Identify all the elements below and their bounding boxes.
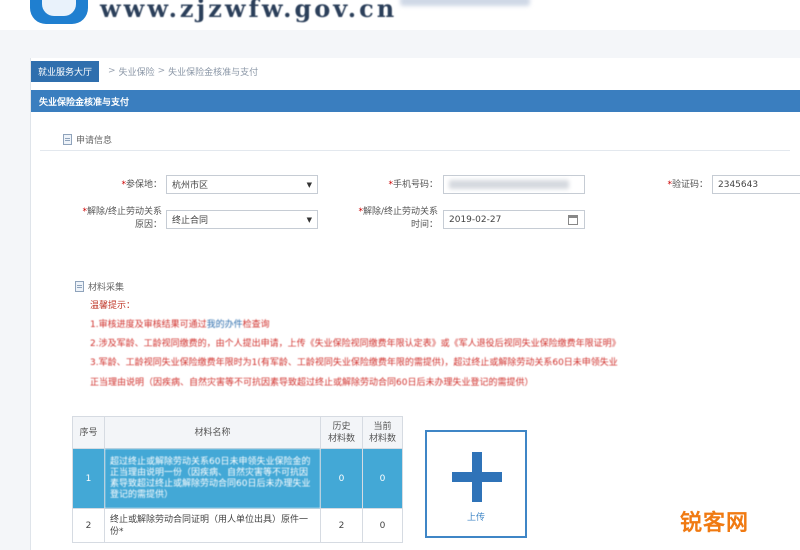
notice-line-1: 1.审核进度及审核结果可通过我的办件检查询 — [90, 320, 270, 330]
materials-section-label: 材料采集 — [88, 283, 125, 293]
chevron-down-icon: ▼ — [306, 216, 312, 224]
materials-table: 序号 材料名称 历史 材料数 当前 材料数 1 超过终止或解除劳动关系60日未申领失… — [72, 416, 403, 543]
col-header-name: 材料名称 — [104, 416, 321, 449]
row-current-count: 0 — [362, 448, 403, 509]
col-header-history: 历史 材料数 — [320, 416, 363, 449]
notice-title: 温馨提示： — [90, 301, 136, 311]
document-icon — [75, 281, 84, 292]
user-info — [400, 0, 530, 6]
section-divider — [40, 150, 790, 151]
breadcrumb-separator: > — [157, 66, 166, 76]
site-url: www.zjzwfw.gov.cn — [100, 0, 398, 23]
row-no: 1 — [72, 448, 105, 509]
breadcrumb-home[interactable]: 就业服务大厅 — [31, 60, 100, 82]
table-header-row: 序号 材料名称 历史 材料数 当前 材料数 — [72, 416, 403, 449]
termination-reason-label: *解除/终止劳动关系 原因： — [82, 207, 162, 230]
col-header-no: 序号 — [72, 416, 105, 449]
table-row[interactable]: 2 终止或解除劳动合同证明（用人单位出具）原件一份* 2 0 — [72, 508, 403, 543]
notice-line-3: 3.军龄、工龄视同失业保险缴费年限时为1(有军龄、工龄视同失业保险缴费年限的需提… — [90, 358, 618, 368]
table-row[interactable]: 1 超过终止或解除劳动关系60日未申领失业保险金的正当理由说明一份（因疾病、自然… — [72, 448, 403, 509]
breadcrumb-separator: > — [108, 66, 116, 76]
row-material-name: 终止或解除劳动合同证明（用人单位出具）原件一份* — [104, 508, 321, 543]
site-logo[interactable] — [30, 0, 88, 24]
row-history-count: 2 — [320, 508, 363, 543]
verify-code-label: *验证码： — [667, 180, 708, 190]
row-no: 2 — [72, 508, 105, 543]
verify-code-input[interactable]: 2345643 — [712, 175, 800, 194]
notice-line-2: 2.涉及军龄、工龄视同缴费的，由个人提出申请，上传《失业保险视同缴费年限认定表》… — [90, 339, 621, 349]
row-history-count: 0 — [320, 448, 363, 509]
panel-title: 失业保险金核准与支付 — [31, 90, 800, 112]
insured-place-value: 杭州市区 — [172, 181, 209, 191]
insured-place-select[interactable]: 杭州市区 ▼ — [166, 175, 318, 194]
plus-icon — [452, 472, 502, 482]
chevron-down-icon: ▼ — [306, 181, 312, 189]
breadcrumb-level2: 失业保险金核准与支付 — [168, 67, 259, 78]
row-current-count: 0 — [362, 508, 403, 543]
upload-button[interactable]: 上传 — [425, 430, 527, 538]
row-material-name: 超过终止或解除劳动关系60日未申领失业保险金的正当理由说明一份（因疾病、自然灾害… — [104, 448, 321, 509]
notice-line-4: 正当理由说明（因疾病、自然灾害等不可抗因素导致超过终止或解除劳动合同60日后未办… — [90, 378, 534, 388]
verify-code-value: 2345643 — [718, 179, 759, 190]
upload-label: 上传 — [466, 513, 485, 523]
watermark-text: 锐客网 — [680, 511, 750, 536]
my-cases-link[interactable]: 我的办件 — [207, 320, 243, 330]
application-section-title: 申请信息 — [63, 133, 112, 146]
termination-reason-select[interactable]: 终止合同 ▼ — [166, 210, 318, 229]
breadcrumb-level1[interactable]: 失业保险 — [119, 65, 155, 78]
materials-section-title: 材料采集 — [75, 280, 124, 293]
phone-label: *手机号码： — [388, 180, 438, 190]
calendar-icon[interactable] — [568, 215, 578, 225]
termination-date-input[interactable]: 2019-02-27 — [443, 210, 585, 229]
document-icon — [63, 134, 72, 145]
application-section-label: 申请信息 — [76, 136, 113, 146]
phone-input[interactable] — [443, 175, 585, 194]
breadcrumb: 就业服务大厅 > 失业保险 > 失业保险金核准与支付 — [31, 60, 800, 82]
termination-date-label: *解除/终止劳动关系 时间： — [358, 207, 438, 230]
termination-reason-value: 终止合同 — [172, 216, 209, 226]
phone-value-redacted — [449, 180, 569, 189]
insured-place-label: *参保地： — [121, 180, 162, 190]
col-header-current: 当前 材料数 — [362, 416, 403, 449]
site-header: www.zjzwfw.gov.cn — [0, 0, 800, 30]
termination-date-value: 2019-02-27 — [449, 214, 502, 225]
